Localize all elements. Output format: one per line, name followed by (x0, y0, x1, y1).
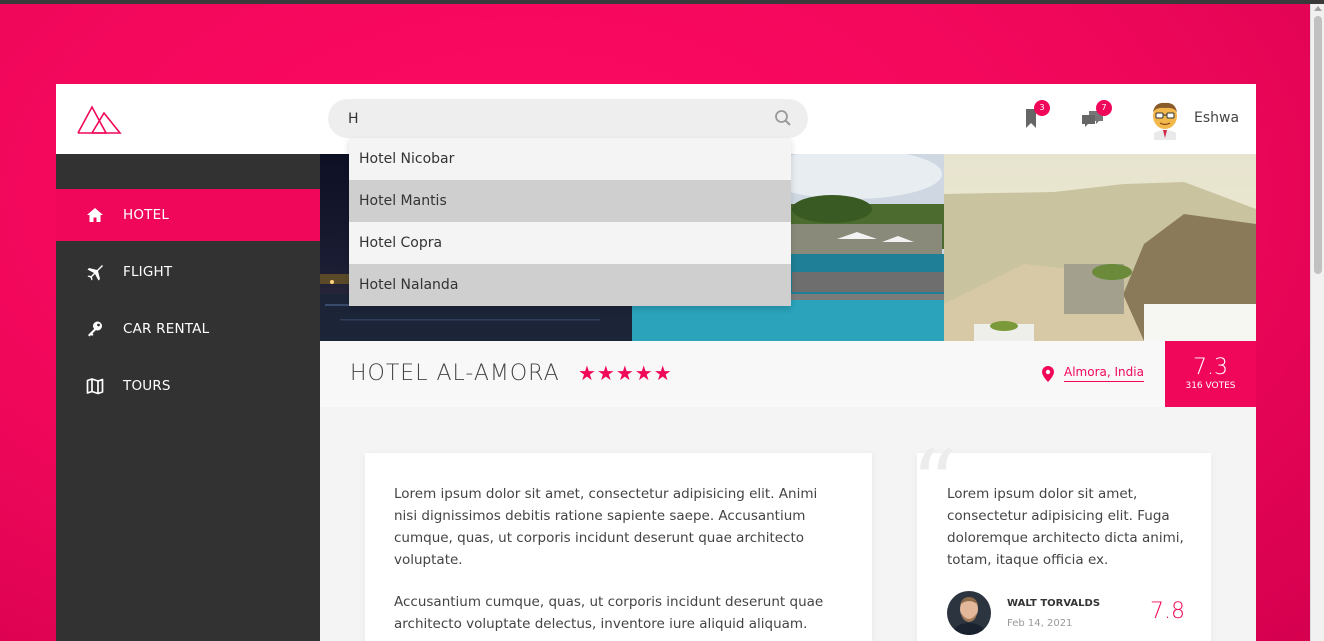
description-card: Lorem ipsum dolor sit amet, consectetur … (365, 453, 872, 641)
reviewer-avatar[interactable] (947, 591, 991, 635)
bookmark-count-badge: 3 (1034, 100, 1050, 116)
sidebar-item-label: TOURS (123, 378, 171, 394)
map-icon (86, 378, 104, 395)
sidebar-item-label: FLIGHT (123, 264, 173, 280)
sidebar-item-tours[interactable]: TOURS (56, 360, 320, 412)
search-autocomplete-dropdown: Hotel Nicobar Hotel Mantis Hotel Copra H… (349, 138, 791, 306)
rating-box: 7.3 316 VOTES (1165, 341, 1256, 407)
review-date: Feb 14, 2021 (1007, 618, 1073, 629)
app-window: 3 7 Eshwa HOTEL (56, 84, 1256, 641)
search-input[interactable] (348, 108, 758, 130)
autocomplete-option[interactable]: Hotel Nicobar (349, 138, 791, 180)
page-scrollbar[interactable] (1310, 4, 1324, 641)
bookmark-button[interactable]: 3 (1018, 100, 1050, 132)
user-avatar[interactable] (1148, 100, 1182, 140)
username[interactable]: Eshwa (1194, 110, 1239, 126)
autocomplete-option[interactable]: Hotel Mantis (349, 180, 791, 222)
sidebar-item-hotel[interactable]: HOTEL (56, 189, 320, 241)
sidebar: HOTEL FLIGHT CAR RENTAL TOURS (56, 154, 320, 641)
rating-votes: 316 VOTES (1185, 381, 1236, 391)
sidebar-item-label: CAR RENTAL (123, 321, 210, 337)
autocomplete-option[interactable]: Hotel Copra (349, 222, 791, 264)
mountain-logo-icon[interactable] (76, 101, 122, 137)
location-link[interactable]: Almora, India (1064, 365, 1144, 382)
sidebar-item-label: HOTEL (123, 207, 170, 223)
messages-button[interactable]: 7 (1080, 100, 1112, 132)
sidebar-item-flight[interactable]: FLIGHT (56, 246, 320, 298)
search-icon[interactable] (774, 109, 792, 127)
reviewer-name: WALT TORVALDS (1007, 598, 1101, 609)
home-icon (87, 208, 103, 222)
scroll-thumb[interactable] (1314, 16, 1322, 274)
scroll-up-arrow-icon[interactable] (1314, 6, 1322, 11)
review-card: “ Lorem ipsum dolor sit amet, consectetu… (911, 439, 1211, 641)
map-pin-icon (1042, 365, 1054, 382)
search-bar (328, 99, 808, 138)
review-score: 7.8 (1150, 599, 1185, 624)
description-paragraph: Lorem ipsum dolor sit amet, consectetur … (394, 486, 818, 568)
review-text: Lorem ipsum dolor sit amet, consectetur … (947, 486, 1184, 568)
plane-icon (87, 265, 103, 281)
hotel-info-bar: HOTEL AL-AMORA ★★★★★ Almora, India 7.3 3… (320, 341, 1256, 407)
hotel-location[interactable]: Almora, India (1042, 365, 1144, 382)
description-paragraph: Accusantium cumque, quas, ut corporis in… (394, 594, 824, 632)
sidebar-item-car-rental[interactable]: CAR RENTAL (56, 303, 320, 355)
rating-score: 7.3 (1193, 355, 1228, 380)
hotel-photo-terrace[interactable] (944, 154, 1256, 341)
autocomplete-option[interactable]: Hotel Nalanda (349, 264, 791, 306)
key-icon (88, 321, 102, 337)
star-rating: ★★★★★ (578, 361, 673, 385)
messages-count-badge: 7 (1096, 100, 1112, 116)
hotel-name: HOTEL AL-AMORA (350, 361, 560, 386)
